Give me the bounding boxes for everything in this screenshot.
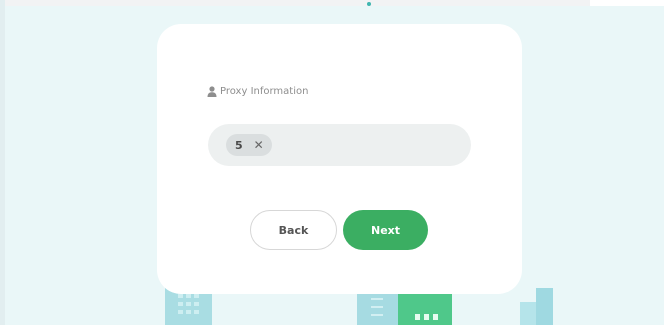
top-bar xyxy=(0,0,664,6)
indicator-dot xyxy=(367,2,371,6)
section-header: Proxy Information xyxy=(207,86,308,97)
close-icon[interactable]: ✕ xyxy=(254,138,264,152)
tag-value: 5 xyxy=(235,138,243,152)
background-building xyxy=(536,288,553,325)
next-button[interactable]: Next xyxy=(343,210,428,250)
background-building xyxy=(398,290,452,325)
left-strip xyxy=(0,0,5,325)
tag-chip: 5 ✕ xyxy=(226,134,272,156)
section-label: Proxy Information xyxy=(220,86,309,97)
top-bar-right xyxy=(590,0,664,6)
back-button[interactable]: Back xyxy=(250,210,337,250)
user-icon xyxy=(207,86,217,97)
proxy-tag-input[interactable]: 5 ✕ xyxy=(208,124,471,166)
